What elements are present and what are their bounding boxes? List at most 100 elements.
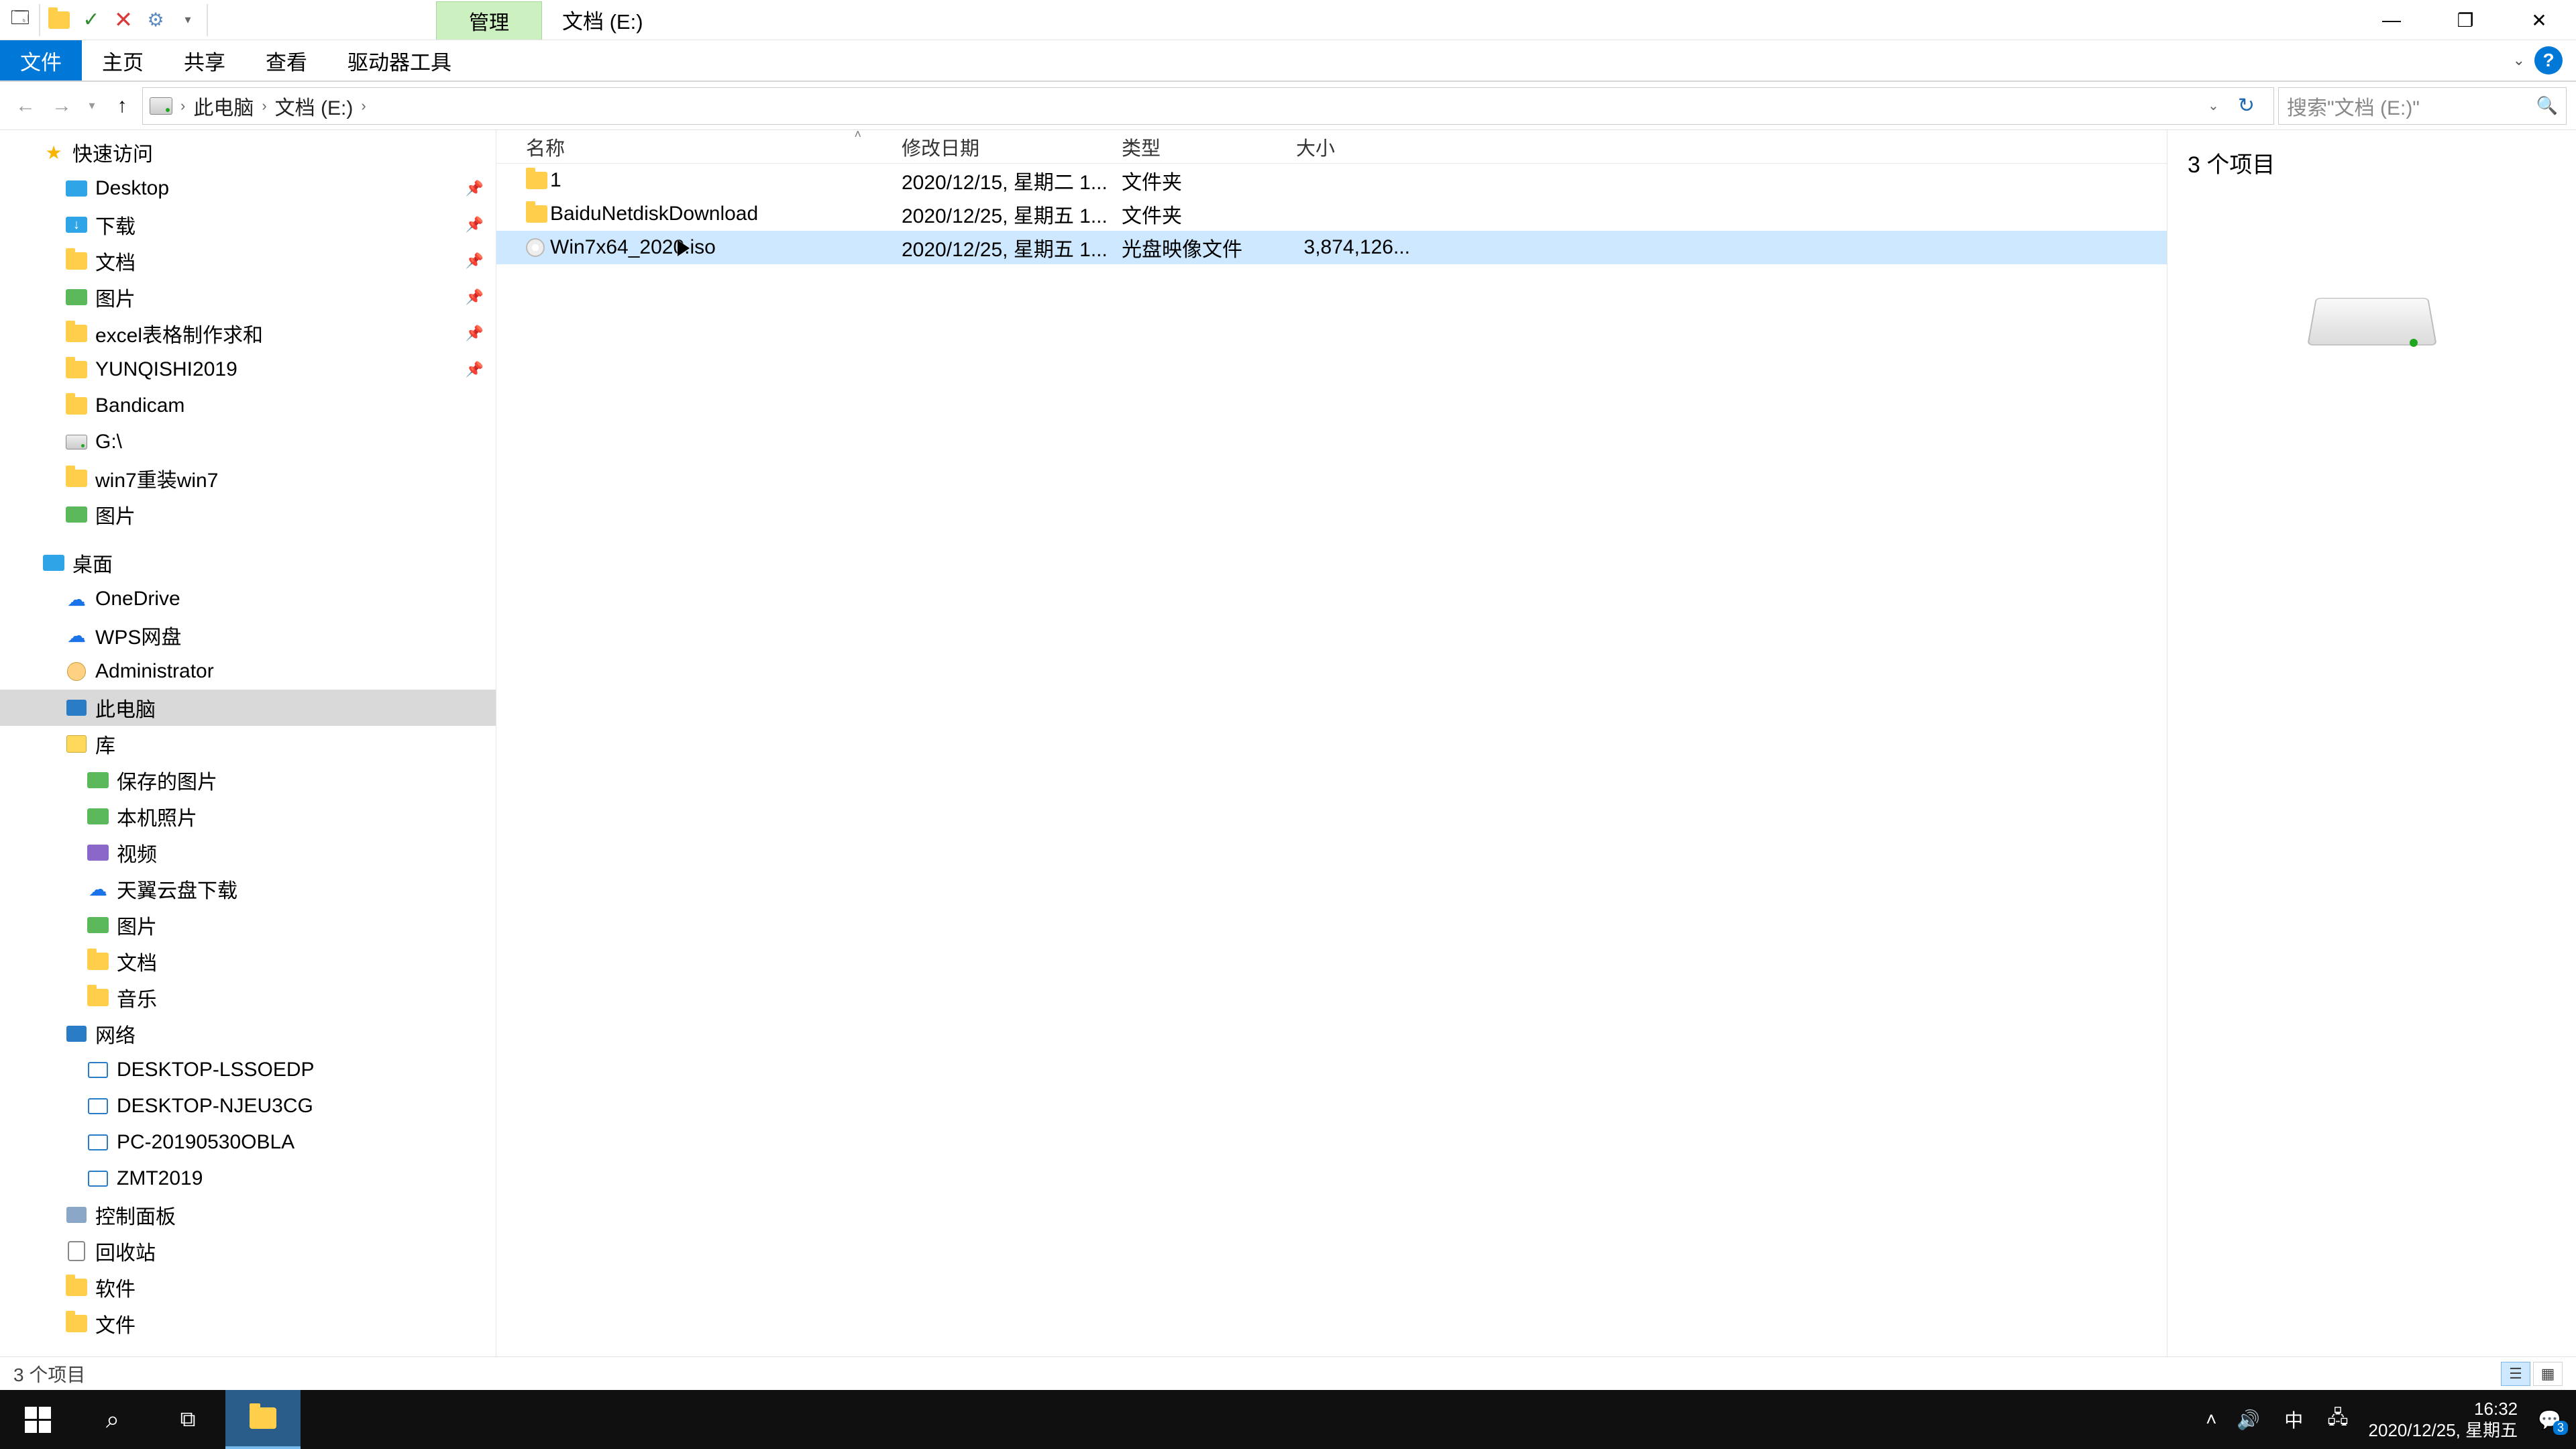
- taskbar-search[interactable]: ⌕: [75, 1390, 150, 1449]
- qat-item-close[interactable]: ✕: [107, 4, 140, 36]
- navigation-pane[interactable]: ★快速访问 Desktop📌 下载📌 文档📌 图片📌 excel表格制作求和📌 …: [0, 130, 496, 1356]
- nav-forward-button[interactable]: →: [46, 90, 78, 122]
- tree-g-drive[interactable]: G:\: [0, 424, 496, 460]
- start-button[interactable]: [0, 1390, 75, 1449]
- tray-volume[interactable]: 🔊: [2237, 1409, 2260, 1431]
- qat-dropdown[interactable]: ▾: [172, 4, 204, 36]
- close-button[interactable]: ✕: [2502, 0, 2576, 40]
- tree-documents[interactable]: 文档📌: [0, 243, 496, 279]
- tree-net-pc3[interactable]: PC-20190530OBLA: [0, 1124, 496, 1161]
- folder-icon: [87, 953, 109, 970]
- tree-excel-templates[interactable]: excel表格制作求和📌: [0, 315, 496, 352]
- qat-item-check[interactable]: ✓: [75, 4, 107, 36]
- tree-libraries[interactable]: 库: [0, 726, 496, 762]
- pin-icon: 📌: [466, 361, 484, 378]
- nav-back-button[interactable]: ←: [9, 90, 42, 122]
- file-row[interactable]: BaiduNetdiskDownload2020/12/25, 星期五 1...…: [496, 197, 2167, 231]
- file-row[interactable]: 12020/12/15, 星期二 1...文件夹: [496, 164, 2167, 197]
- tree-net-pc2[interactable]: DESKTOP-NJEU3CG: [0, 1088, 496, 1124]
- tree-control-panel[interactable]: 控制面板: [0, 1197, 496, 1233]
- column-type[interactable]: 类型: [1122, 133, 1296, 161]
- view-details-button[interactable]: ☰: [2501, 1362, 2530, 1386]
- tree-bandicam[interactable]: Bandicam: [0, 388, 496, 424]
- tree-pictures[interactable]: 图片📌: [0, 279, 496, 315]
- tree-software[interactable]: 软件: [0, 1269, 496, 1305]
- address-history-dropdown[interactable]: ⌄: [2201, 97, 2226, 114]
- column-name[interactable]: 名称˄: [526, 133, 902, 161]
- taskbar-task-view[interactable]: ⧉: [150, 1390, 225, 1449]
- tray-ime[interactable]: 中: [2280, 1403, 2307, 1436]
- column-size[interactable]: 大小: [1296, 133, 1417, 161]
- nav-up-button[interactable]: ↑: [106, 90, 138, 122]
- maximize-button[interactable]: ❐: [2428, 0, 2502, 40]
- ribbon-tab-view[interactable]: 查看: [246, 40, 327, 80]
- notification-count: 3: [2553, 1421, 2568, 1435]
- tree-this-pc[interactable]: 此电脑: [0, 690, 496, 726]
- tree-onedrive[interactable]: ☁OneDrive: [0, 581, 496, 617]
- tray-overflow-button[interactable]: ˄: [2206, 1409, 2216, 1430]
- tree-files[interactable]: 文件: [0, 1305, 496, 1342]
- minimize-button[interactable]: —: [2355, 0, 2428, 40]
- tree-tianyiyun[interactable]: ☁天翼云盘下载: [0, 871, 496, 907]
- tree-administrator[interactable]: Administrator: [0, 653, 496, 690]
- drive-icon: [66, 435, 87, 449]
- tree-recycle-bin[interactable]: 回收站: [0, 1233, 496, 1269]
- tree-music[interactable]: 音乐: [0, 979, 496, 1016]
- ribbon-tab-share[interactable]: 共享: [164, 40, 246, 80]
- window-controls: — ❐ ✕: [2355, 0, 2576, 40]
- search-input[interactable]: 搜索"文档 (E:)" 🔍: [2278, 87, 2567, 125]
- file-name: BaiduNetdiskDownload: [550, 203, 902, 225]
- tree-videos[interactable]: 视频: [0, 835, 496, 871]
- taskbar: ⌕ ⧉ ˄ 🔊 中 🖧 16:32 2020/12/25, 星期五 💬 3: [0, 1390, 2576, 1449]
- tray-action-center[interactable]: 💬 3: [2538, 1409, 2561, 1431]
- ribbon-expand-button[interactable]: ⌄: [2513, 52, 2525, 69]
- tree-quick-access[interactable]: ★快速访问: [0, 134, 496, 170]
- contextual-tab-manage[interactable]: 管理: [436, 1, 542, 40]
- cloud-icon: ☁: [86, 879, 110, 899]
- tray-network[interactable]: 🖧: [2327, 1403, 2348, 1436]
- breadcrumb-this-pc[interactable]: 此电脑: [193, 91, 254, 121]
- folder-icon: [66, 1279, 87, 1296]
- file-rows[interactable]: 12020/12/15, 星期二 1...文件夹BaiduNetdiskDown…: [496, 164, 2167, 264]
- tree-pictures3[interactable]: 图片: [0, 907, 496, 943]
- tree-net-pc4[interactable]: ZMT2019: [0, 1161, 496, 1197]
- chevron-down-icon: ▾: [184, 13, 191, 27]
- file-date: 2020/12/25, 星期五 1...: [902, 233, 1122, 262]
- tree-pictures2[interactable]: 图片: [0, 496, 496, 533]
- refresh-button[interactable]: ↻: [2230, 94, 2263, 117]
- clock-time: 16:32: [2369, 1398, 2518, 1420]
- ribbon-tab-drive-tools[interactable]: 驱动器工具: [327, 40, 472, 80]
- nav-history-dropdown[interactable]: ▾: [82, 99, 102, 113]
- cloud-icon: ☁: [64, 589, 89, 609]
- tree-downloads[interactable]: 下载📌: [0, 207, 496, 243]
- ribbon-tab-file[interactable]: 文件: [0, 40, 82, 80]
- tree-net-pc1[interactable]: DESKTOP-LSSOEDP: [0, 1052, 496, 1088]
- taskbar-file-explorer[interactable]: [225, 1390, 301, 1449]
- file-row[interactable]: Win7x64_2020.iso2020/12/25, 星期五 1...光盘映像…: [496, 231, 2167, 264]
- tree-win7[interactable]: win7重装win7: [0, 460, 496, 496]
- tray-clock[interactable]: 16:32 2020/12/25, 星期五: [2369, 1398, 2518, 1442]
- view-icons-button[interactable]: ▦: [2533, 1362, 2563, 1386]
- tree-label: 库: [95, 729, 115, 759]
- tree-camera-roll[interactable]: 本机照片: [0, 798, 496, 835]
- user-icon: [67, 662, 86, 681]
- tree-label: ZMT2019: [117, 1167, 203, 1190]
- qat-item-folder[interactable]: [43, 4, 75, 36]
- breadcrumb[interactable]: › 此电脑 › 文档 (E:) › ⌄ ↻: [142, 87, 2274, 125]
- breadcrumb-drive[interactable]: 文档 (E:): [275, 91, 354, 121]
- ribbon-tab-home[interactable]: 主页: [82, 40, 164, 80]
- tree-wps[interactable]: ☁WPS网盘: [0, 617, 496, 653]
- tree-desktop[interactable]: Desktop📌: [0, 170, 496, 207]
- app-icon[interactable]: 🗔: [4, 4, 36, 36]
- help-button[interactable]: ?: [2534, 46, 2563, 74]
- network-icon: 🖧: [2327, 1407, 2348, 1428]
- tree-documents2[interactable]: 文档: [0, 943, 496, 979]
- column-modified[interactable]: 修改日期: [902, 133, 1122, 161]
- tree-yunqishi[interactable]: YUNQISHI2019📌: [0, 352, 496, 388]
- file-size: 3,874,126...: [1296, 236, 1417, 259]
- tree-network[interactable]: 网络: [0, 1016, 496, 1052]
- qat-item-settings[interactable]: ⚙: [140, 4, 172, 36]
- tree-saved-pictures[interactable]: 保存的图片: [0, 762, 496, 798]
- tree-desktop-zh[interactable]: 桌面: [0, 545, 496, 581]
- sort-ascending-icon: ˄: [854, 127, 861, 142]
